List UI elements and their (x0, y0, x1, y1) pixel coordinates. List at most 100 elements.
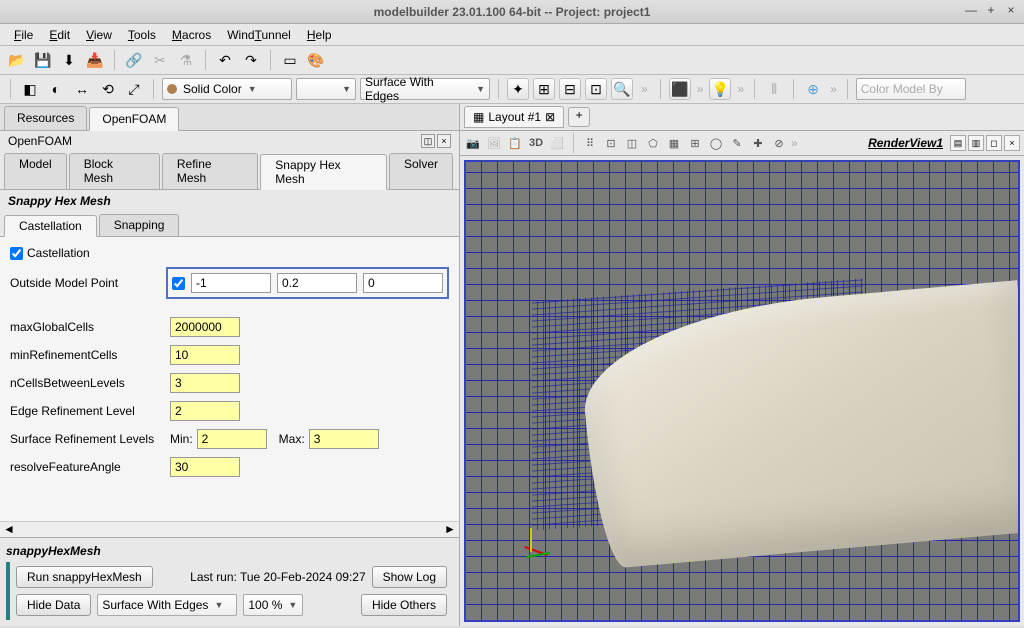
surf-min-input[interactable] (197, 429, 267, 449)
menu-help[interactable]: Help (299, 26, 340, 44)
select-lasso-icon[interactable]: ◯ (707, 134, 725, 152)
minimize-icon[interactable]: — (964, 3, 978, 17)
layout-tab-1[interactable]: ▦ Layout #1 ⊠ (464, 106, 564, 128)
main-toolbar-1: 📂 💾 ⬇ 📥 🔗 ✂ ⚗ ↶ ↷ ▭ 🎨 (0, 46, 1024, 75)
minrefinementcells-input[interactable] (170, 345, 240, 365)
cube-icon[interactable]: ◧ (19, 78, 41, 100)
maximize-view-icon[interactable]: ◻ (986, 135, 1002, 151)
subtab-solver[interactable]: Solver (389, 153, 453, 189)
highlight-icon[interactable]: ⬛ (669, 78, 691, 100)
add-layout-button[interactable]: + (568, 107, 590, 127)
surf-min-label: Min: (170, 432, 193, 446)
scale-icon[interactable]: ⤢ (123, 78, 145, 100)
hide-others-button[interactable]: Hide Others (361, 594, 447, 616)
maxglobalcells-input[interactable] (170, 317, 240, 337)
hide-data-button[interactable]: Hide Data (16, 594, 91, 616)
run-snappy-button[interactable]: Run snappyHexMesh (16, 566, 153, 588)
panel-title: OpenFOAM (8, 134, 72, 148)
render-viewport[interactable] (464, 160, 1020, 622)
color-by-combo[interactable]: Color Model By (856, 78, 966, 100)
tab-openfoam[interactable]: OpenFOAM (89, 107, 179, 131)
layout-icon: ▦ (473, 110, 484, 124)
detach-icon[interactable]: ◫ (421, 134, 435, 148)
openfoam-subtabs: Model Block Mesh Refine Mesh Snappy Hex … (0, 151, 459, 190)
show-log-button[interactable]: Show Log (372, 566, 447, 588)
zoom-icon[interactable]: 🔍 (611, 78, 633, 100)
selection-icon[interactable]: ▭ (279, 49, 301, 71)
outside-y-input[interactable] (277, 273, 357, 293)
copy-icon: 📋 (506, 134, 524, 152)
unlink-icon: ✂ (149, 49, 171, 71)
ncellsbetweenlevels-input[interactable] (170, 373, 240, 393)
axes-y-icon[interactable]: ⊟ (559, 78, 581, 100)
select-interactive-icon[interactable]: ✎ (728, 134, 746, 152)
redo-icon[interactable]: ↷ (240, 49, 262, 71)
camera-icon[interactable]: 📷 (464, 134, 482, 152)
rotate-icon[interactable]: ⟲ (97, 78, 119, 100)
close-panel-icon[interactable]: × (437, 134, 451, 148)
outside-x-input[interactable] (191, 273, 271, 293)
select-clear-icon[interactable]: ⊘ (770, 134, 788, 152)
viewport-toolbar: 📷 🖼 📋 3D ⬜ ⠿ ⊡ ◫ ⬠ ▦ ⊞ ◯ ✎ ✚ ⊘ » RenderV… (460, 131, 1024, 156)
sphere-icon[interactable]: ◐ (45, 78, 67, 100)
select-cells-icon[interactable]: ⊡ (602, 134, 620, 152)
ncellsbetweenlevels-label: nCellsBetweenLevels (10, 376, 170, 390)
menu-macros[interactable]: Macros (164, 26, 219, 44)
subtab-refinemesh[interactable]: Refine Mesh (162, 153, 258, 189)
arrows-icon[interactable]: ↔ (71, 78, 93, 100)
split-v-icon[interactable]: ▥ (968, 135, 984, 151)
subtab-blockmesh[interactable]: Block Mesh (69, 153, 160, 189)
color-by-placeholder: Color Model By (861, 82, 943, 96)
subtab-snappyhexmesh[interactable]: Snappy Hex Mesh (260, 154, 387, 190)
display-mode-combo[interactable]: Solid Color ▼ (162, 78, 292, 100)
axes-z-icon[interactable]: ⊡ (585, 78, 607, 100)
axis-gizmo[interactable] (516, 530, 556, 570)
surf-max-input[interactable] (309, 429, 379, 449)
subtab-model[interactable]: Model (4, 153, 67, 189)
axes-x-icon[interactable]: ⊞ (533, 78, 555, 100)
outside-point-enable[interactable] (172, 277, 185, 290)
menu-windtunnel[interactable]: WindTunnel (219, 26, 299, 44)
select-block-icon[interactable]: ▦ (665, 134, 683, 152)
innertab-snapping[interactable]: Snapping (99, 214, 180, 236)
select-surface-icon[interactable]: ◫ (623, 134, 641, 152)
lightbulb-icon[interactable]: 💡 (709, 78, 731, 100)
select-through-icon[interactable]: ⊞ (686, 134, 704, 152)
edgerefinement-input[interactable] (170, 401, 240, 421)
select-poly-icon[interactable]: ⬠ (644, 134, 662, 152)
main-toolbar-2: ◧ ◐ ↔ ⟲ ⤢ Solid Color ▼ ▼ Surface With E… (0, 75, 1024, 104)
close-layout-icon[interactable]: ⊠ (545, 110, 555, 124)
select-tool-icon[interactable]: ✚ (749, 134, 767, 152)
colormap-combo[interactable]: ▼ (296, 78, 356, 100)
menu-view[interactable]: View (78, 26, 120, 44)
maximize-icon[interactable]: + (984, 3, 998, 17)
castellation-checkbox[interactable] (10, 247, 23, 260)
save-icon[interactable]: 💾 (32, 49, 54, 71)
split-h-icon[interactable]: ▤ (950, 135, 966, 151)
close-icon[interactable]: × (1004, 3, 1018, 17)
import-icon[interactable]: 📥 (84, 49, 106, 71)
3d-toggle[interactable]: 3D (527, 134, 545, 152)
tab-resources[interactable]: Resources (4, 106, 87, 130)
percent-combo[interactable]: 100 %▼ (243, 594, 303, 616)
palette-icon[interactable]: 🎨 (305, 49, 327, 71)
surface-mode-combo[interactable]: Surface With Edges ▼ (360, 78, 490, 100)
render-mode-combo[interactable]: Surface With Edges▼ (97, 594, 237, 616)
resolvefeatureangle-input[interactable] (170, 457, 240, 477)
reload-icon[interactable]: ⬇ (58, 49, 80, 71)
innertab-castellation[interactable]: Castellation (4, 215, 97, 237)
menu-edit[interactable]: Edit (41, 26, 78, 44)
surfrefinement-label: Surface Refinement Levels (10, 432, 170, 446)
outside-z-input[interactable] (363, 273, 443, 293)
menu-tools[interactable]: Tools (120, 26, 164, 44)
ortho-icon[interactable]: ⬜ (548, 134, 566, 152)
section-title: Snappy Hex Mesh (0, 190, 459, 212)
hscroll[interactable]: ◄► (0, 521, 459, 537)
globe-icon[interactable]: ⊕ (802, 78, 824, 100)
close-view-icon[interactable]: × (1004, 135, 1020, 151)
menu-file[interactable]: File (6, 26, 41, 44)
fit-icon[interactable]: ✦ (507, 78, 529, 100)
select-points-icon[interactable]: ⠿ (581, 134, 599, 152)
undo-icon[interactable]: ↶ (214, 49, 236, 71)
open-icon[interactable]: 📂 (6, 49, 28, 71)
